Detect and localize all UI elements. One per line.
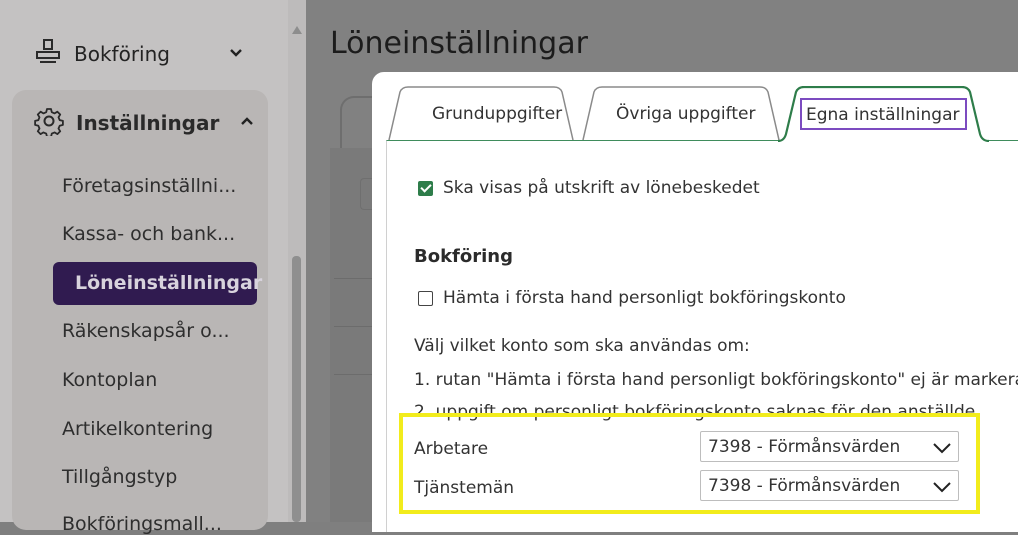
chevron-up-icon[interactable] <box>239 113 255 133</box>
print-on-payslip-checkbox-row[interactable]: Ska visas på utskrift av lönebeskedet <box>418 178 760 198</box>
checkbox-label: Hämta i första hand personligt bokföring… <box>443 288 846 308</box>
select-value: 7398 - Förmånsvärden <box>708 476 901 496</box>
chevron-down-icon[interactable] <box>228 45 244 65</box>
sidebar-item-tillgangstyp[interactable]: Tillgångstyp <box>62 466 177 488</box>
sidebar-item-kontoplan[interactable]: Kontoplan <box>62 369 157 391</box>
checkbox-label: Ska visas på utskrift av lönebeskedet <box>443 178 760 198</box>
sidebar-item-bokforingsmall[interactable]: Bokföringsmall... <box>62 513 222 535</box>
gear-icon <box>34 106 64 140</box>
sidebar-item-label: Bokföring <box>74 42 170 66</box>
account-select-arbetare[interactable]: 7398 - Förmånsvärden <box>700 431 959 462</box>
chevron-down-icon <box>932 479 952 498</box>
sidebar-group-label: Inställningar <box>76 111 220 135</box>
personal-account-checkbox-row[interactable]: Hämta i första hand personligt bokföring… <box>418 288 846 308</box>
checkbox-checked[interactable] <box>418 180 433 196</box>
tab-egna-installningar[interactable]: Egna inställningar <box>778 86 990 142</box>
tab-ovriga-uppgifter[interactable]: Övriga uppgifter <box>582 86 780 140</box>
chevron-down-icon <box>932 440 952 459</box>
instruction-text: 2. uppgift om personligt bokföringskonto… <box>414 402 976 422</box>
instruction-text: Välj vilket konto som ska användas om: <box>414 336 750 356</box>
sidebar-item-rakenskapsar[interactable]: Räkenskapsår o... <box>62 320 230 342</box>
sidebar-item-bokforing[interactable]: Bokföring <box>34 36 254 72</box>
account-select-tjansteman[interactable]: 7398 - Förmånsvärden <box>700 470 959 501</box>
sidebar-group-installningar: Inställningar <box>12 90 268 530</box>
sidebar-item-loneinstallningar[interactable]: Löneinställningar <box>53 262 262 305</box>
tab-label: Grunduppgifter <box>432 104 563 124</box>
sidebar-item-kassa-bank[interactable]: Kassa- och bank... <box>62 223 235 245</box>
sidebar-item-foretagsinstallningar[interactable]: Företagsinställni... <box>62 175 236 197</box>
scroll-up-arrow-icon[interactable] <box>292 26 302 34</box>
checkbox-unchecked[interactable] <box>418 290 433 306</box>
field-label-arbetare: Arbetare <box>414 439 489 459</box>
instruction-text: 1. rutan "Hämta i första hand personligt… <box>414 370 1018 390</box>
scrollbar-thumb[interactable] <box>292 256 301 522</box>
settings-dialog: Grunduppgifter Övriga uppgifter Egna ins… <box>372 72 1018 532</box>
tab-grunduppgifter[interactable]: Grunduppgifter <box>388 86 574 140</box>
sidebar-scrollbar[interactable] <box>288 0 306 522</box>
page-title: Löneinställningar <box>330 26 588 61</box>
sidebar: Bokföring Inställningar Företagsinställn… <box>0 0 288 535</box>
sidebar-group-header[interactable]: Inställningar <box>34 106 255 140</box>
field-label-tjansteman: Tjänstemän <box>414 478 515 498</box>
stamp-icon <box>34 37 62 71</box>
tab-label: Egna inställningar <box>800 98 968 130</box>
select-value: 7398 - Förmånsvärden <box>708 437 901 457</box>
tab-label: Övriga uppgifter <box>616 104 756 124</box>
sidebar-item-artikelkontering[interactable]: Artikelkontering <box>62 418 213 440</box>
section-title: Bokföring <box>414 246 513 267</box>
